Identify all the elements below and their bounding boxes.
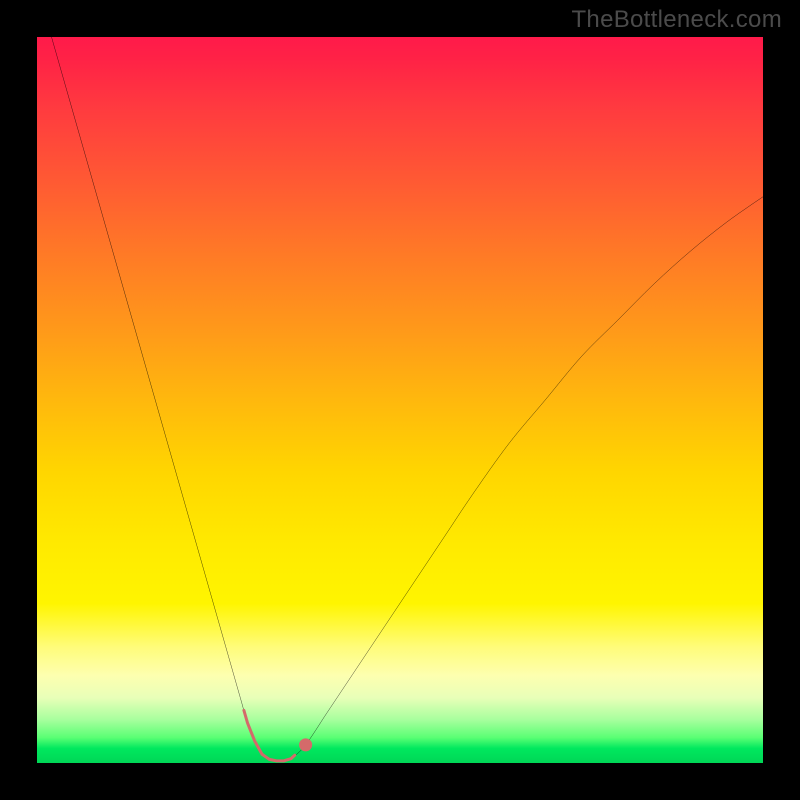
optimal-range-marker	[244, 710, 295, 760]
plot-area	[37, 37, 763, 763]
optimal-range-end-dot	[299, 738, 312, 751]
curve-layer	[37, 37, 763, 763]
watermark-text: TheBottleneck.com	[571, 6, 782, 34]
bottleneck-curve	[52, 37, 763, 761]
chart-frame: TheBottleneck.com	[0, 0, 800, 800]
